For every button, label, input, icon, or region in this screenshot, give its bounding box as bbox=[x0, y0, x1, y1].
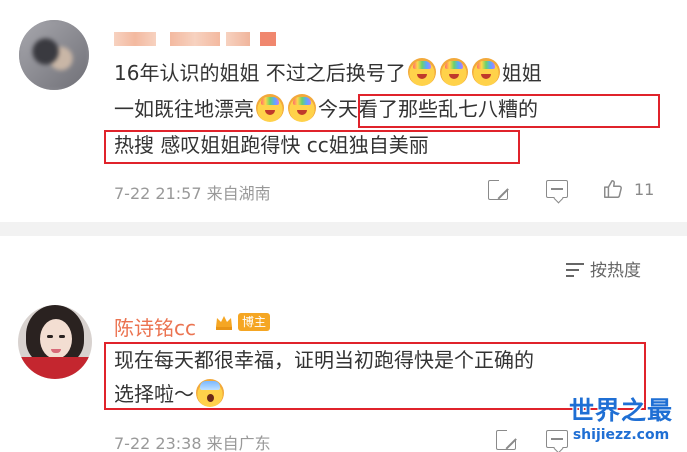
share-icon[interactable] bbox=[488, 179, 509, 200]
comment-meta: 7-22 21:57 来自湖南 bbox=[114, 180, 271, 204]
avatar[interactable] bbox=[18, 305, 92, 379]
comment-source: 来自广东 bbox=[206, 434, 271, 452]
crown-icon bbox=[216, 316, 232, 330]
watermark-title: 世界之最 bbox=[568, 396, 673, 425]
username-redacted bbox=[260, 32, 276, 46]
highlight-box bbox=[358, 94, 660, 128]
sort-icon bbox=[566, 262, 584, 278]
emoji bbox=[407, 58, 436, 86]
section-divider bbox=[0, 222, 687, 236]
emoji bbox=[288, 94, 316, 122]
username-redacted bbox=[114, 32, 156, 46]
share-icon[interactable] bbox=[496, 429, 517, 450]
author-name[interactable]: 陈诗铭cc bbox=[114, 312, 196, 341]
like-count: 11 bbox=[634, 180, 655, 199]
comment-meta: 7-22 23:38 来自广东 bbox=[114, 430, 271, 452]
highlight-box bbox=[104, 130, 520, 164]
watermark: 世界之最 shijiezz.com bbox=[560, 396, 682, 444]
username-redacted bbox=[226, 32, 250, 46]
emoji bbox=[439, 58, 468, 86]
comment-source: 来自湖南 bbox=[206, 184, 271, 203]
comment-time: 21:57 bbox=[155, 184, 202, 203]
sort-label: 按热度 bbox=[590, 261, 641, 281]
emoji bbox=[471, 58, 500, 86]
author-badge: 博主 bbox=[238, 313, 271, 331]
comment-icon[interactable] bbox=[546, 180, 568, 198]
emoji bbox=[256, 94, 284, 122]
comment-time: 23:38 bbox=[155, 434, 202, 452]
comment-text-line: 16年认识的姐姐 不过之后换号了 姐姐 bbox=[114, 58, 542, 88]
comment-date: 7-22 bbox=[114, 184, 151, 203]
like-icon[interactable] bbox=[602, 178, 624, 200]
watermark-url: shijiezz.com bbox=[572, 427, 670, 443]
avatar[interactable] bbox=[19, 20, 89, 90]
comment-date: 7-22 bbox=[114, 434, 151, 452]
sort-by-hot-button[interactable]: 按热度 bbox=[566, 256, 641, 281]
username-redacted bbox=[170, 32, 220, 46]
